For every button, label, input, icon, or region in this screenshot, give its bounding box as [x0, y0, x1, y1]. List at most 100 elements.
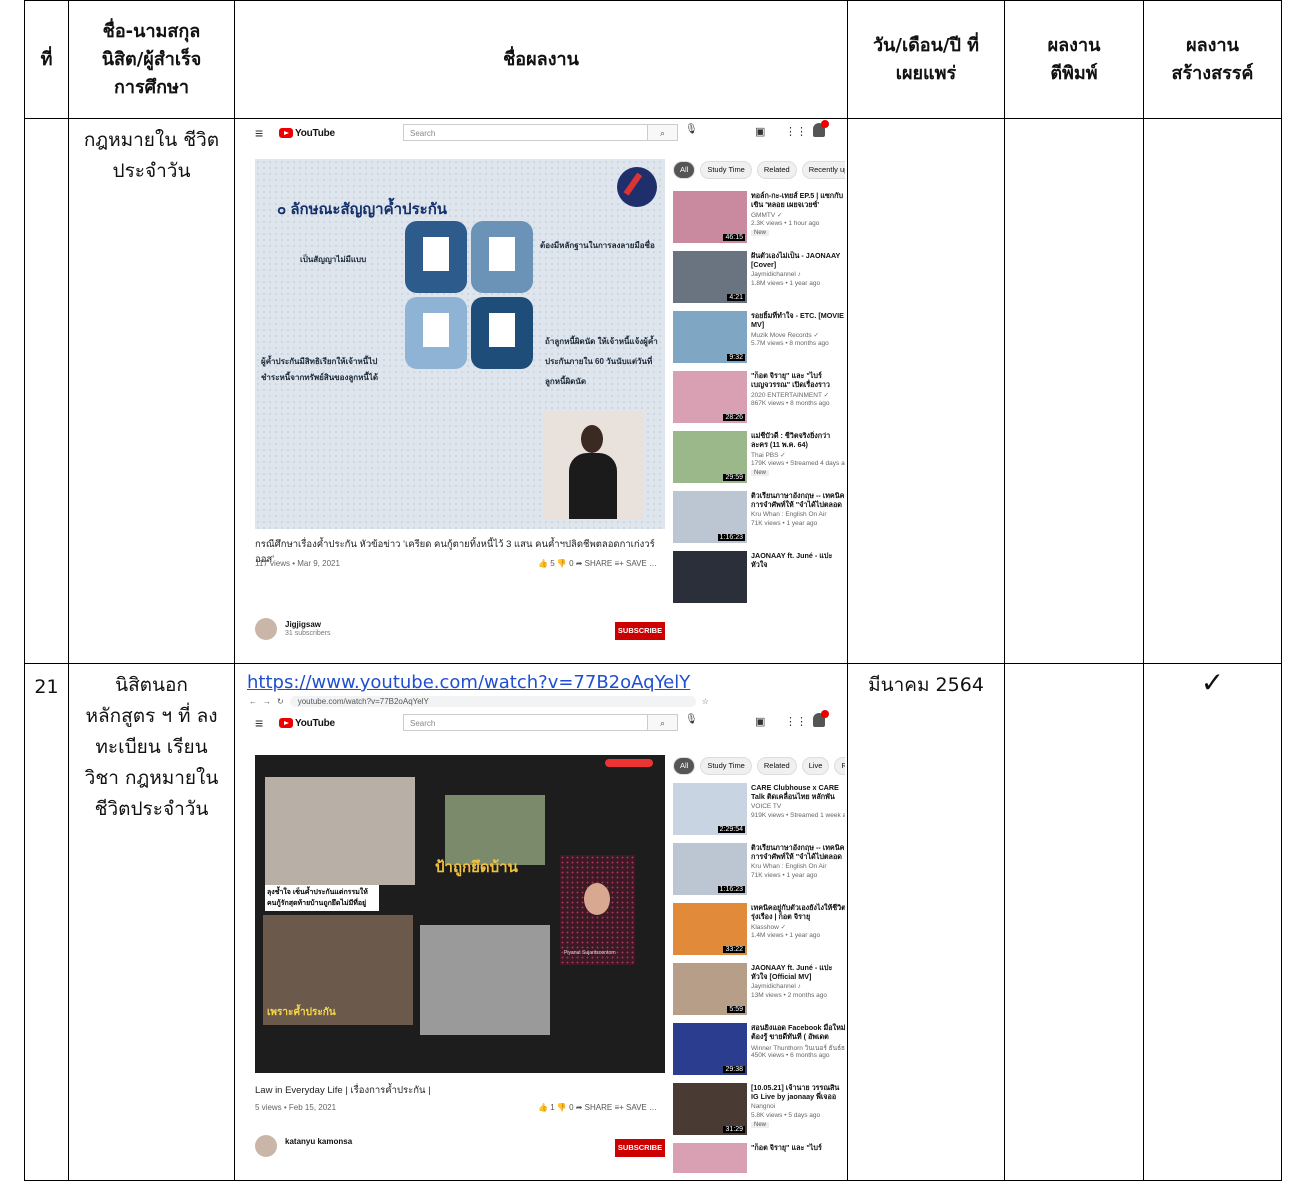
video-thumbnail[interactable] [673, 551, 747, 603]
recommended-channel: Muzik Move Records ✓ [751, 332, 819, 339]
channel-name[interactable]: Jigjigsaw [285, 620, 321, 629]
recommended-title[interactable]: "ก็อต จิรายุ" และ "ไบร์ [751, 1143, 845, 1152]
video-thumbnail[interactable]: 4:21 [673, 251, 747, 303]
recommended-title[interactable]: แม่ชีบัวดี : ชีวิตจริงยิ่งกว่าละคร (11 พ… [751, 431, 845, 449]
chip-live[interactable]: Live [801, 757, 830, 775]
recommended-video[interactable]: 33:22 เทคนิคอยู่กับตัวเองยังไงให้ชีวิตรุ่… [673, 903, 845, 963]
mic-icon[interactable]: 🎙 [685, 124, 698, 135]
recommended-title[interactable]: สอนยิงแอด Facebook มือใหม่ ต้องรู้ ขายดี… [751, 1023, 845, 1041]
recommended-channel: GMMTV ✓ [751, 212, 783, 219]
recommended-video[interactable]: JAONAAY ft. Juné - แปะหัวใจ [673, 551, 845, 611]
recommended-video[interactable]: 29:59 แม่ชีบัวดี : ชีวิตจริงยิ่งกว่าละคร … [673, 431, 845, 491]
header-creative: ผลงาน สร้างสรรค์ [1143, 0, 1282, 119]
search-icon[interactable]: ⌕ [648, 124, 678, 141]
apps-icon[interactable]: ⋮⋮ [785, 125, 807, 138]
channel-avatar[interactable] [255, 618, 277, 640]
subscribe-button[interactable]: SUBSCRIBE [615, 1139, 665, 1157]
chip-recent[interactable]: Recent [834, 757, 845, 775]
mic-icon[interactable]: 🎙 [685, 714, 698, 725]
youtube-screenshot-2: ← → ↻ youtube.com/watch?v=77B2oAqYelY ☆ … [245, 693, 845, 1173]
recommended-video[interactable]: 31:29 [10.05.21] เจ้านาย วรรณสิน IG Live … [673, 1083, 845, 1143]
recommended-title[interactable]: CARE Clubhouse x CARE Talk ติดเคลื่อนไทย… [751, 783, 845, 801]
recommended-title[interactable]: ฝันตัวเองไม่เป็น - JAONAAY [Cover] [751, 251, 845, 269]
chip-study-time[interactable]: Study Time [700, 757, 752, 775]
chip-related[interactable]: Related [756, 757, 797, 775]
video-player[interactable]: ป้าถูกยึดบ้าน ลุงช้ำใจ เซ็นค้ำประกันแต่ก… [255, 755, 665, 1073]
apps-icon[interactable]: ⋮⋮ [785, 715, 807, 728]
rec-indicator [605, 759, 653, 767]
cell-no [24, 118, 69, 664]
recommended-video[interactable]: 4:21 ฝันตัวเองไม่เป็น - JAONAAY [Cover] Ja… [673, 251, 845, 311]
video-thumbnail[interactable]: 1:16:23 [673, 491, 747, 543]
notifications-bell-icon[interactable] [813, 120, 829, 137]
video-thumbnail[interactable]: 29:59 [673, 431, 747, 483]
recommended-video[interactable]: 1:16:23 ติวเรียนภาษาอังกฤษ -- เทคนิคการจำ… [673, 843, 845, 903]
recommended-video[interactable]: 5:59 JAONAAY ft. Juné - แปะหัวใจ [Officia… [673, 963, 845, 1023]
youtube-logo[interactable]: YouTube [279, 128, 335, 139]
recommended-channel: Jaymidichannel ♪ [751, 271, 801, 278]
recommended-title[interactable]: เทคนิคอยู่กับตัวเองยังไงให้ชีวิตรุ่งเรือ… [751, 903, 845, 921]
filter-chips: All Study Time Related Recently uploaded [673, 161, 845, 179]
recommended-video[interactable]: 1:16:23 ติวเรียนภาษาอังกฤษ -- เทคนิคการจำ… [673, 491, 845, 551]
recommended-title[interactable]: JAONAAY ft. Juné - แปะหัวใจ [751, 551, 845, 569]
channel-name[interactable]: katanyu kamonsa [285, 1137, 352, 1146]
video-duration: 4:21 [727, 294, 745, 301]
recommended-video[interactable]: 2:29:54 CARE Clubhouse x CARE Talk ติดเคล… [673, 783, 845, 843]
recommended-title[interactable]: JAONAAY ft. Juné - แปะหัวใจ [Official MV… [751, 963, 845, 981]
video-thumbnail[interactable]: 33:22 [673, 903, 747, 955]
header-date: วัน/เดือน/ปี ที่เผยแพร่ [847, 0, 1005, 119]
recommended-title[interactable]: รอยยิ้มที่ทำใจ - ETC. [MOVIE MV] [751, 311, 845, 329]
chip-all[interactable]: All [673, 161, 696, 179]
menu-icon[interactable]: ≡ [255, 715, 271, 731]
reload-icon[interactable]: ↻ [277, 697, 284, 706]
recommended-video[interactable]: "ก็อต จิรายุ" และ "ไบร์ [673, 1143, 845, 1173]
video-thumbnail[interactable]: 1:16:23 [673, 843, 747, 895]
menu-icon[interactable]: ≡ [255, 125, 271, 141]
slide-caption: ลุงช้ำใจ เซ็นค้ำประกันแต่กรรมให้คนกู้รัก… [265, 885, 379, 911]
recommended-video[interactable]: 29:38 สอนยิงแอด Facebook มือใหม่ ต้องรู้ … [673, 1023, 845, 1083]
video-thumbnail[interactable]: 46:15 [673, 191, 747, 243]
video-player[interactable]: ๐ ลักษณะสัญญาค้ำประกัน เป็นสัญญาไม่มีแบบ… [255, 159, 665, 529]
search-input[interactable]: Search [403, 124, 648, 141]
news-photo [420, 925, 550, 1035]
cell-name: นิสิตนอก หลักสูตร ฯ ที่ ลงทะเบียน เรียนว… [68, 663, 235, 1181]
recommended-video[interactable]: 9:32 รอยยิ้มที่ทำใจ - ETC. [MOVIE MV] Muzi… [673, 311, 845, 371]
create-video-icon[interactable]: ▣ [755, 125, 765, 138]
chip-related[interactable]: Related [756, 161, 797, 179]
cell-creative: ✓ [1143, 663, 1282, 1181]
video-thumbnail[interactable]: 31:29 [673, 1083, 747, 1135]
video-actions[interactable]: 👍 5 👎 0 ➦ SHARE ≡+ SAVE … [538, 559, 657, 568]
recommended-video[interactable]: 46:15 ทอล์ก-กะ-เทยส์ EP.5 | แซกกับเขิน 'ห… [673, 191, 845, 251]
video-thumbnail[interactable] [673, 1143, 747, 1173]
video-thumbnail[interactable]: 5:59 [673, 963, 747, 1015]
recommended-title[interactable]: ติวเรียนภาษาอังกฤษ -- เทคนิคการจำศัพท์ให… [751, 491, 845, 509]
search-icon[interactable]: ⌕ [648, 714, 678, 731]
slide-heading: ๐ ลักษณะสัญญาค้ำประกัน [277, 201, 448, 218]
cell-creative [1143, 118, 1282, 664]
chip-study-time[interactable]: Study Time [700, 161, 752, 179]
create-video-icon[interactable]: ▣ [755, 715, 765, 728]
recommended-views: 71K views • 1 year ago [751, 872, 818, 879]
recommended-title[interactable]: "ก็อต จิรายุ" และ "ไบร์ เบญจวรรณ" เปิดเร… [751, 371, 845, 389]
address-input[interactable]: youtube.com/watch?v=77B2oAqYelY [289, 695, 696, 707]
chip-recent[interactable]: Recently uploaded [801, 161, 845, 179]
video-thumbnail[interactable]: 9:32 [673, 311, 747, 363]
youtube-link[interactable]: https://www.youtube.com/watch?v=77B2oAqY… [235, 664, 847, 693]
recommended-video[interactable]: 28:26 "ก็อต จิรายุ" และ "ไบร์ เบญจวรรณ" เ… [673, 371, 845, 431]
recommended-title[interactable]: ติวเรียนภาษาอังกฤษ -- เทคนิคการจำศัพท์ให… [751, 843, 845, 861]
video-actions[interactable]: 👍 1 👎 0 ➦ SHARE ≡+ SAVE … [538, 1103, 657, 1112]
video-thumbnail[interactable]: 29:38 [673, 1023, 747, 1075]
recommended-title[interactable]: ทอล์ก-กะ-เทยส์ EP.5 | แซกกับเขิน 'หลอย เ… [751, 191, 845, 209]
bookmark-star-icon[interactable]: ☆ [702, 697, 709, 706]
video-thumbnail[interactable]: 28:26 [673, 371, 747, 423]
video-thumbnail[interactable]: 2:29:54 [673, 783, 747, 835]
notifications-bell-icon[interactable] [813, 710, 829, 727]
forward-icon[interactable]: → [263, 697, 271, 706]
recommended-title[interactable]: [10.05.21] เจ้านาย วรรณสิน IG Live by ja… [751, 1083, 845, 1101]
subscribe-button[interactable]: SUBSCRIBE [615, 622, 665, 640]
channel-avatar[interactable] [255, 1135, 277, 1157]
search-input[interactable]: Search [403, 714, 648, 731]
back-icon[interactable]: ← [249, 697, 257, 706]
youtube-logo[interactable]: YouTube [279, 718, 335, 729]
chip-all[interactable]: All [673, 757, 696, 775]
